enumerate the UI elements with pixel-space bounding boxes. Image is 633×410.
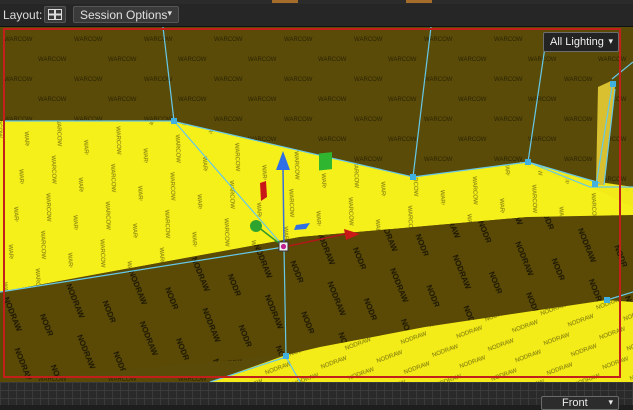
session-options-dropdown[interactable]: Session Options ▾	[73, 6, 179, 23]
z-axis-handle[interactable]	[250, 220, 262, 232]
tab-strip-segment	[406, 0, 432, 3]
chevron-down-icon: ▾	[608, 36, 613, 46]
lighting-mode-dropdown[interactable]: All Lighting ▾	[543, 32, 619, 52]
view-direction-dropdown[interactable]: Front ▾	[541, 396, 619, 410]
view-direction-label: Front	[562, 397, 588, 409]
session-options-label: Session Options	[80, 8, 168, 22]
chevron-down-icon: ▾	[167, 8, 172, 18]
layout-grid-button[interactable]	[44, 6, 66, 23]
tab-strip-segment	[272, 0, 298, 3]
lower-viewport-strip: Front ▾	[0, 382, 633, 410]
grid-layout-icon	[48, 9, 62, 20]
lighting-mode-label: All Lighting	[550, 36, 604, 48]
3d-scene: WARCOW WARCOW WARCOW WARCOW NODRAW NODRA…	[0, 27, 633, 382]
chevron-down-icon: ▾	[608, 397, 613, 407]
plane-handle-green[interactable]	[319, 152, 332, 171]
viewport-toolbar: Layout: Session Options ▾	[0, 4, 633, 27]
layout-label: Layout:	[3, 8, 43, 22]
3d-viewport[interactable]: WARCOW WARCOW WARCOW WARCOW NODRAW NODRA…	[0, 27, 633, 382]
